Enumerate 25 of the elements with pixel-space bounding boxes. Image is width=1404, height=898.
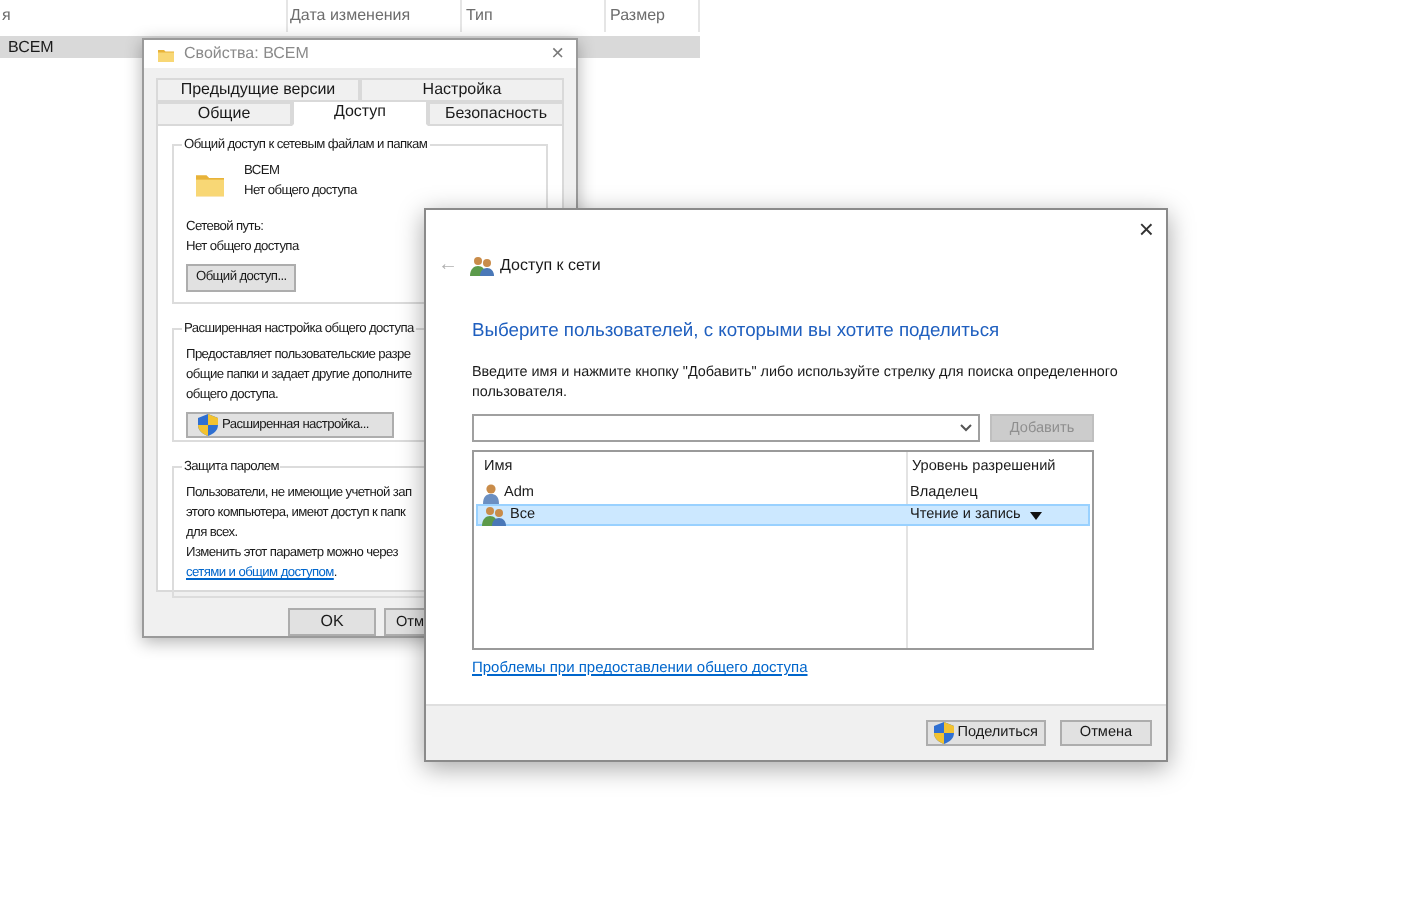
tab[interactable]: Предыдущие версии	[156, 78, 360, 102]
user-name-combobox[interactable]	[472, 414, 980, 442]
close-icon[interactable]: ×	[551, 43, 564, 65]
file-name: ВСЕМ	[8, 36, 54, 58]
close-icon[interactable]: ×	[1138, 218, 1154, 242]
users-icon	[482, 505, 506, 525]
column-header[interactable]: я	[0, 0, 288, 32]
shield-icon	[933, 722, 954, 744]
folder-icon	[158, 45, 174, 63]
column-header[interactable]: Дата изменения	[288, 0, 462, 32]
column-header[interactable]: Размер	[606, 0, 700, 32]
user-icon	[482, 483, 500, 503]
tab[interactable]: Настройка	[360, 78, 564, 102]
tab[interactable]: Доступ	[292, 100, 428, 126]
dropdown-arrow-icon[interactable]	[1030, 511, 1043, 519]
users-icon	[470, 256, 494, 276]
shield-icon	[198, 414, 218, 436]
dialog-button[interactable]: OK	[288, 608, 376, 636]
window-title: Свойства: ВСЕМ	[184, 42, 311, 66]
dialog-title: Доступ к сети	[500, 254, 601, 278]
tab[interactable]: Общие	[156, 102, 292, 126]
column-header[interactable]: Тип	[462, 0, 606, 32]
tab[interactable]: Безопасность	[428, 102, 564, 126]
chevron-down-icon	[960, 424, 972, 432]
dialog-heading: Выберите пользователей, с которыми вы хотите поделиться	[472, 316, 1002, 342]
